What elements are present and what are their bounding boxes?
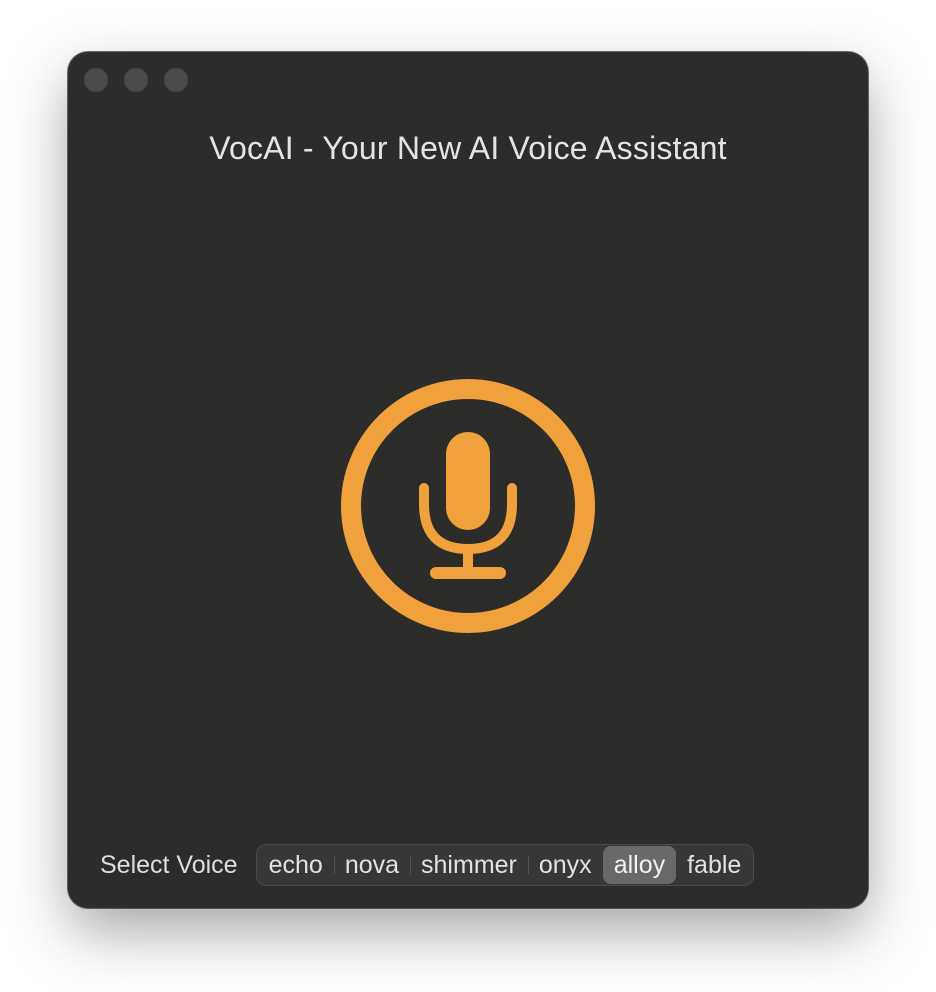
window-controls — [84, 68, 188, 92]
app-title: VocAI - Your New AI Voice Assistant — [209, 130, 727, 166]
voice-selector-row: Select Voice echo nova shimmer onyx allo… — [100, 844, 755, 886]
voice-option-alloy[interactable]: alloy — [602, 846, 677, 884]
voice-option-fable[interactable]: fable — [676, 846, 752, 884]
minimize-button[interactable] — [124, 68, 148, 92]
voice-segmented-control: echo nova shimmer onyx alloy fable — [255, 844, 755, 886]
record-button[interactable] — [340, 378, 596, 634]
microphone-icon — [341, 379, 595, 633]
voice-option-nova[interactable]: nova — [333, 846, 410, 884]
zoom-button[interactable] — [164, 68, 188, 92]
voice-label: Select Voice — [100, 850, 238, 879]
voice-option-onyx[interactable]: onyx — [527, 846, 603, 884]
app-window: VocAI - Your New AI Voice Assistant Sele… — [68, 52, 868, 908]
voice-option-shimmer[interactable]: shimmer — [410, 846, 528, 884]
close-button[interactable] — [84, 68, 108, 92]
voice-option-echo[interactable]: echo — [258, 846, 334, 884]
